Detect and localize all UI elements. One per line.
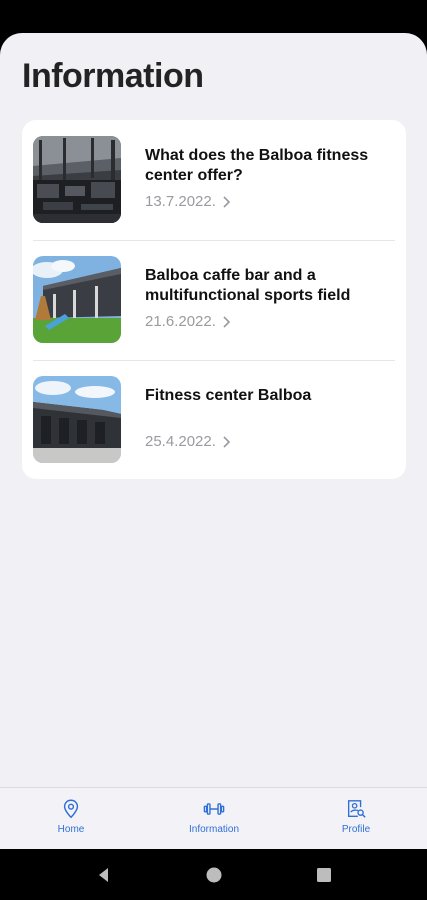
chevron-right-icon (223, 435, 231, 448)
profile-search-icon (347, 800, 366, 818)
article-date: 13.7.2022. (145, 193, 216, 210)
status-bar (0, 0, 427, 34)
chevron-right-icon (223, 315, 231, 328)
tab-information-label: Information (188, 824, 240, 835)
article-meta: 25.4.2022. (145, 433, 232, 450)
recents-square-icon[interactable] (314, 865, 334, 885)
article-title: Fitness center Balboa (145, 387, 312, 404)
tab-home-label: Home (57, 824, 85, 835)
bottom-tab-bar: Home Information Profile (0, 787, 427, 849)
system-navigation-bar (0, 849, 427, 900)
article-item[interactable]: Fitness center Balboa 25.4.2022. (22, 360, 406, 480)
article-title: What does the Balboa fitness center offe… (145, 147, 369, 184)
article-item[interactable]: What does the Balboa fitness center offe… (22, 120, 406, 240)
tab-profile-label: Profile (341, 824, 371, 835)
fitness-building-thumbnail (33, 376, 121, 463)
back-icon[interactable] (94, 865, 114, 885)
app-screen: Information What does the Balboa fitness… (0, 33, 427, 849)
chevron-right-icon (223, 195, 231, 208)
article-item[interactable]: Balboa caffe bar and a multifunctional s… (22, 240, 406, 360)
gym-interior-thumbnail (33, 136, 121, 223)
tab-home[interactable]: Home (16, 798, 126, 844)
dumbbell-icon (203, 803, 225, 815)
tab-information[interactable]: Information (159, 798, 269, 844)
location-pin-icon (63, 799, 79, 819)
article-date: 21.6.2022. (145, 313, 216, 330)
page-title: Information (22, 57, 204, 95)
articles-card: What does the Balboa fitness center offe… (22, 120, 406, 479)
article-meta: 13.7.2022. (145, 193, 232, 210)
tab-profile[interactable]: Profile (301, 798, 411, 844)
phone-frame: Information What does the Balboa fitness… (0, 0, 427, 900)
home-circle-icon[interactable] (204, 865, 224, 885)
article-date: 25.4.2022. (145, 433, 216, 450)
article-title: Balboa caffe bar and a multifunctional s… (145, 267, 351, 304)
cafe-bar-thumbnail (33, 256, 121, 343)
article-meta: 21.6.2022. (145, 313, 232, 330)
